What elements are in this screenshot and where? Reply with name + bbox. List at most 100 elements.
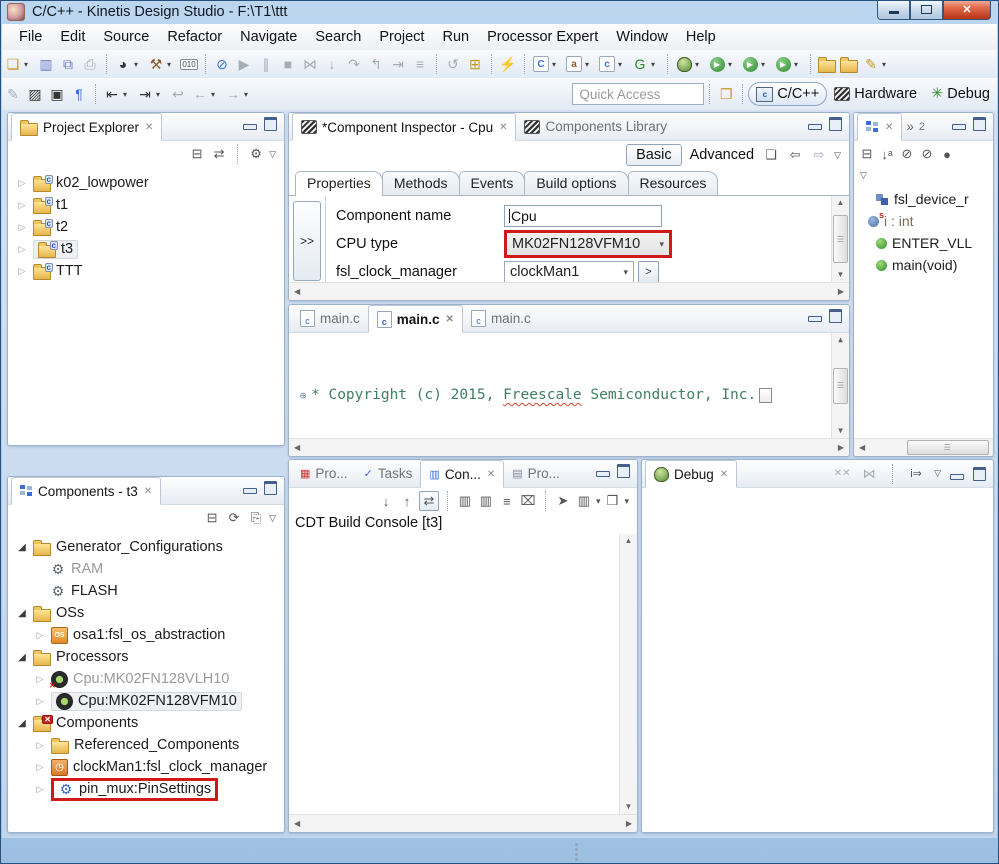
generate-doc-icon[interactable]: ⎘	[247, 509, 265, 527]
tree-item-k02-lowpower[interactable]: ▷ c k02_lowpower	[8, 172, 284, 194]
profile-icon[interactable]: ▶	[775, 56, 791, 72]
display-console-icon[interactable]: ▥	[575, 492, 593, 510]
cpu-type-dropdown[interactable]: MK02FN128VFM10 ▾	[507, 233, 669, 255]
scroll-down-icon[interactable]: ↓	[377, 492, 395, 510]
hide-non-public-icon[interactable]: ●	[938, 145, 956, 163]
tab-tasks[interactable]: ✓ Tasks	[356, 460, 421, 487]
tree-item-ttt[interactable]: ▷ c TTT	[8, 260, 284, 282]
flash-programmer-icon[interactable]: ⚡	[498, 53, 518, 75]
maximize-view-icon[interactable]	[264, 480, 277, 495]
tab-close-icon[interactable]: ✕	[145, 122, 153, 133]
tab-close-icon[interactable]: ✕	[499, 122, 507, 133]
debug-content[interactable]	[642, 488, 993, 832]
build-dropdown-icon[interactable]: ▾	[167, 60, 176, 69]
maximize-button[interactable]	[910, 0, 943, 20]
collapse-all-icon[interactable]: ⊟	[203, 509, 221, 527]
minimize-view-icon[interactable]	[808, 315, 822, 322]
outline-hscrollbar[interactable]: ◀ ☰ ▶	[854, 438, 993, 456]
tree-item-flash[interactable]: ⚙ FLASH	[8, 580, 284, 602]
scroll-up-icon[interactable]: ▲	[837, 199, 845, 207]
tree-item-t3[interactable]: ▷ c t3	[8, 238, 284, 260]
subtab-methods[interactable]: Methods	[381, 171, 460, 195]
scroll-lock-icon[interactable]: ⇄	[418, 491, 439, 511]
hide-static-icon[interactable]: ⊘	[918, 145, 936, 163]
minimize-view-icon[interactable]	[243, 123, 257, 130]
menu-navigate[interactable]: Navigate	[231, 26, 306, 48]
console-vscrollbar[interactable]: ▲ ▼	[619, 534, 637, 814]
expander-icon[interactable]: ▷	[34, 784, 46, 795]
minimize-view-icon[interactable]	[950, 473, 964, 480]
view-menu-icon[interactable]: ▽	[834, 150, 841, 161]
subtab-resources[interactable]: Resources	[627, 171, 719, 195]
menu-run[interactable]: Run	[433, 26, 478, 48]
editor-hscrollbar[interactable]: ◀ ▶	[289, 438, 849, 456]
scroll-thumb[interactable]: ☰	[833, 215, 848, 263]
menu-project[interactable]: Project	[370, 26, 433, 48]
suspend-icon[interactable]: ∥	[256, 53, 276, 75]
view-menu-icon[interactable]: ▽	[269, 149, 276, 160]
outline-item-include[interactable]: fsl_device_r	[854, 188, 993, 210]
tab-console[interactable]: ▥ Con... ✕	[420, 460, 505, 488]
console-output[interactable]: ▲ ▼	[289, 534, 637, 814]
scroll-down-icon[interactable]: ▼	[837, 271, 845, 279]
tree-item-oss[interactable]: ◢ OSs	[8, 602, 284, 624]
processor-expert-tool-icon[interactable]: ◕	[113, 53, 133, 75]
tab-close-icon[interactable]: ✕	[720, 469, 728, 480]
word-wrap-icon[interactable]: ≡	[498, 492, 516, 510]
step-filters-icon[interactable]: i⇒	[907, 465, 925, 483]
resume-icon[interactable]: ▶	[234, 53, 254, 75]
expand-properties-button[interactable]: >>	[293, 201, 321, 281]
inspector-vscrollbar[interactable]: ▲ ☰ ▼	[831, 196, 849, 282]
brush-icon[interactable]: ✎	[861, 53, 881, 75]
new-wizard-icon[interactable]: ❏	[3, 53, 23, 75]
view-gears-icon[interactable]: ⚙	[247, 145, 265, 163]
fold-expand-icon[interactable]: ⊕	[295, 384, 311, 407]
scroll-left-icon[interactable]: ◀	[859, 443, 865, 452]
minimize-view-icon[interactable]	[596, 470, 610, 477]
scroll-up-icon[interactable]: ▲	[838, 336, 843, 344]
collapse-all-icon[interactable]: ⊟	[188, 145, 206, 163]
maximize-view-icon[interactable]	[973, 466, 986, 481]
advanced-button[interactable]: Advanced	[688, 145, 757, 165]
scroll-right-icon[interactable]: ▶	[838, 443, 844, 452]
component-name-input[interactable]: Cpu	[504, 205, 662, 227]
menu-source[interactable]: Source	[94, 26, 158, 48]
dropdown-icon[interactable]: ▾	[123, 90, 132, 99]
dropdown-icon[interactable]: ▾	[651, 60, 660, 69]
minimize-view-icon[interactable]	[952, 123, 966, 130]
pin-console-icon[interactable]: ▥	[477, 492, 495, 510]
maximize-view-icon[interactable]	[264, 116, 277, 131]
save-all-icon[interactable]: ⧉	[58, 53, 78, 75]
forward-history-icon[interactable]: →	[223, 83, 243, 105]
clock-manager-dropdown[interactable]: clockMan1 ▾	[504, 260, 634, 282]
binary-icon[interactable]: 010	[180, 58, 198, 70]
menu-search[interactable]: Search	[306, 26, 370, 48]
tree-item-cpu-vfm10[interactable]: ▷ Cpu:MK02FN128VFM10	[8, 690, 284, 712]
step-into-icon[interactable]: ↓	[322, 53, 342, 75]
tree-item-ram[interactable]: ⚙ RAM	[8, 558, 284, 580]
run-icon[interactable]: ▶	[709, 56, 725, 72]
build-all-icon[interactable]: ⊞	[465, 53, 485, 75]
nav-back-icon[interactable]: ⇦	[786, 146, 804, 164]
menu-file[interactable]: File	[10, 26, 51, 48]
remove-terminated-icon[interactable]: ✕✕	[833, 465, 851, 483]
expander-icon[interactable]: ◢	[16, 652, 28, 663]
step-return-icon[interactable]: ↰	[366, 53, 386, 75]
show-whitespace-icon[interactable]: ¶	[69, 83, 89, 105]
disconnect-icon[interactable]: ⋈	[300, 53, 320, 75]
minimize-view-icon[interactable]	[243, 487, 257, 494]
tab-properties[interactable]: ▤ Pro...	[504, 460, 568, 487]
open-pe-project-icon[interactable]	[818, 56, 836, 73]
run-to-line-icon[interactable]: ⇥	[388, 53, 408, 75]
back-history-icon[interactable]: ←	[190, 83, 210, 105]
run-dropdown-icon[interactable]: ▾	[728, 60, 737, 69]
dropdown-icon[interactable]: ▾	[618, 60, 627, 69]
terminate-icon[interactable]: ■	[278, 53, 298, 75]
expander-icon[interactable]: ▷	[16, 266, 28, 277]
expander-icon[interactable]: ▷	[16, 200, 28, 211]
outline-item-i[interactable]: s i : int	[854, 210, 993, 232]
brush-dropdown-icon[interactable]: ▾	[882, 60, 891, 69]
basic-button[interactable]: Basic	[626, 144, 682, 166]
tab-project-explorer[interactable]: Project Explorer ✕	[11, 113, 163, 141]
scroll-down-icon[interactable]: ▼	[838, 427, 843, 435]
